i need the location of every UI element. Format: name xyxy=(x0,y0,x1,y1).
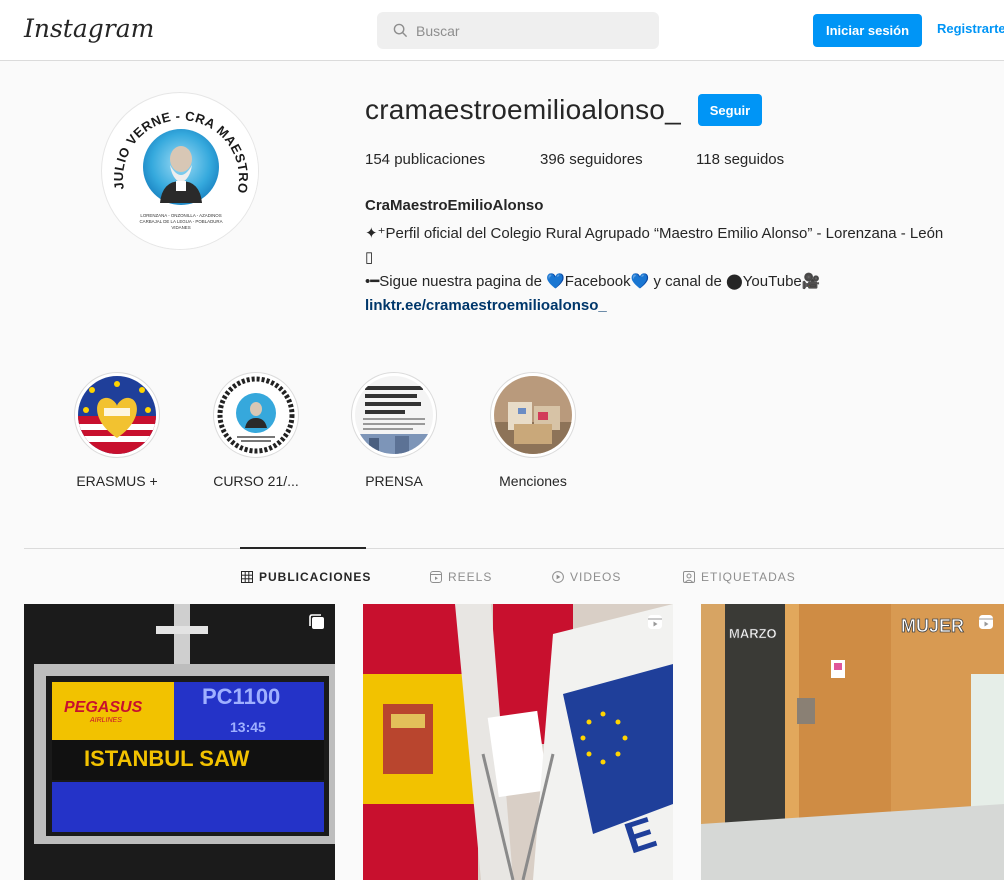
profile-full-name: CraMaestroEmilioAlonso xyxy=(365,197,544,214)
profile-avatar[interactable]: JULIO VERNE - CRA MAESTRO EMILIO ALONSO … xyxy=(101,92,259,250)
post-airline-sub: AIRLINES xyxy=(89,717,122,724)
tab-label: VIDEOS xyxy=(570,570,622,584)
tab-publicaciones[interactable]: PUBLICACIONES xyxy=(241,570,371,584)
post-thumbnail[interactable]: E xyxy=(363,604,673,880)
tab-videos[interactable]: VIDEOS xyxy=(552,570,621,584)
bio-line: •━Sigue nuestra pagina de 💙Facebook💙 y c… xyxy=(365,273,821,290)
search-box[interactable] xyxy=(377,12,659,49)
reels-icon xyxy=(979,615,993,629)
stat-following[interactable]: 118 seguidos xyxy=(696,151,784,168)
highlight-curso[interactable]: CURSO 21/... xyxy=(210,372,302,489)
highlight-label: PRENSA xyxy=(365,473,423,489)
tab-etiquetadas[interactable]: ETIQUETADAS xyxy=(683,570,796,584)
search-input[interactable] xyxy=(416,22,636,39)
highlight-erasmus[interactable]: ERASMUS + xyxy=(71,372,163,489)
post-thumbnail[interactable]: PEGASUS AIRLINES PC1100 13:45 ISTANBUL S… xyxy=(24,604,335,880)
avatar-sub-text-1: LORENZANA - ONZONILLA - AZADINOS xyxy=(140,213,221,218)
multiple-icon xyxy=(309,614,324,629)
stat-posts: 154 publicaciones xyxy=(365,151,485,168)
stat-posts-value: 154 xyxy=(365,151,391,168)
bio-line: ✦⁺Perfil oficial del Colegio Rural Agrup… xyxy=(365,225,944,242)
tab-label: REELS xyxy=(448,570,493,584)
highlight-ring xyxy=(74,372,160,458)
tab-reels[interactable]: REELS xyxy=(430,570,492,584)
highlight-ring xyxy=(213,372,299,458)
highlight-label: Menciones xyxy=(499,473,567,489)
tabs-divider xyxy=(24,548,1004,549)
tag-icon xyxy=(683,571,695,583)
post-sign-right: MUJER xyxy=(901,616,964,636)
highlight-label: ERASMUS + xyxy=(76,473,158,489)
highlight-ring xyxy=(490,372,576,458)
search-icon xyxy=(393,23,408,38)
post-thumbnail[interactable]: MARZO MUJER xyxy=(701,604,1004,880)
tab-label: PUBLICACIONES xyxy=(259,570,372,584)
grid-icon xyxy=(241,571,253,583)
stat-followers[interactable]: 396 seguidores xyxy=(540,151,643,168)
register-link[interactable]: Registrarte xyxy=(937,21,1004,36)
top-navigation-bar: Instagram Iniciar sesión Registrarte xyxy=(0,0,1004,61)
play-icon xyxy=(552,571,564,583)
profile-bio: ✦⁺Perfil oficial del Colegio Rural Agrup… xyxy=(365,222,943,318)
avatar-sub-text-3: VIDANES xyxy=(171,225,190,230)
bio-line: ▯ xyxy=(365,249,374,266)
post-sign-left: MARZO xyxy=(729,626,777,641)
highlight-menciones[interactable]: Menciones xyxy=(487,372,579,489)
profile-username: cramaestroemilioalonso_ xyxy=(365,94,681,125)
highlight-cover xyxy=(494,376,572,454)
highlight-label: CURSO 21/... xyxy=(213,473,299,489)
reels-icon xyxy=(430,571,442,583)
stat-following-label: seguidos xyxy=(719,151,785,168)
stat-following-value: 118 xyxy=(696,151,720,168)
stat-followers-label: seguidores xyxy=(565,151,643,168)
highlight-prensa[interactable]: PRENSA xyxy=(348,372,440,489)
post-time: 13:45 xyxy=(230,719,266,735)
highlight-cover xyxy=(217,376,295,454)
login-button[interactable]: Iniciar sesión xyxy=(813,14,922,47)
stat-posts-label: publicaciones xyxy=(390,151,486,168)
highlight-cover xyxy=(355,376,433,454)
tab-label: ETIQUETADAS xyxy=(701,570,796,584)
stat-followers-value: 396 xyxy=(540,151,566,168)
reels-icon xyxy=(648,615,662,629)
bio-external-link[interactable]: linktr.ee/cramaestroemilioalonso_ xyxy=(365,294,943,318)
highlight-ring xyxy=(351,372,437,458)
post-flight: PC1100 xyxy=(202,684,280,709)
instagram-logo[interactable]: Instagram xyxy=(24,14,154,43)
avatar-sub-text-2: CARBAJAL DE LA LEGUA - POBLADURA xyxy=(139,219,222,224)
post-airline: PEGASUS xyxy=(64,699,143,716)
highlight-cover xyxy=(78,376,156,454)
active-tab-indicator xyxy=(240,547,366,549)
follow-button[interactable]: Seguir xyxy=(698,94,762,126)
post-destination: ISTANBUL SAW xyxy=(84,746,250,771)
